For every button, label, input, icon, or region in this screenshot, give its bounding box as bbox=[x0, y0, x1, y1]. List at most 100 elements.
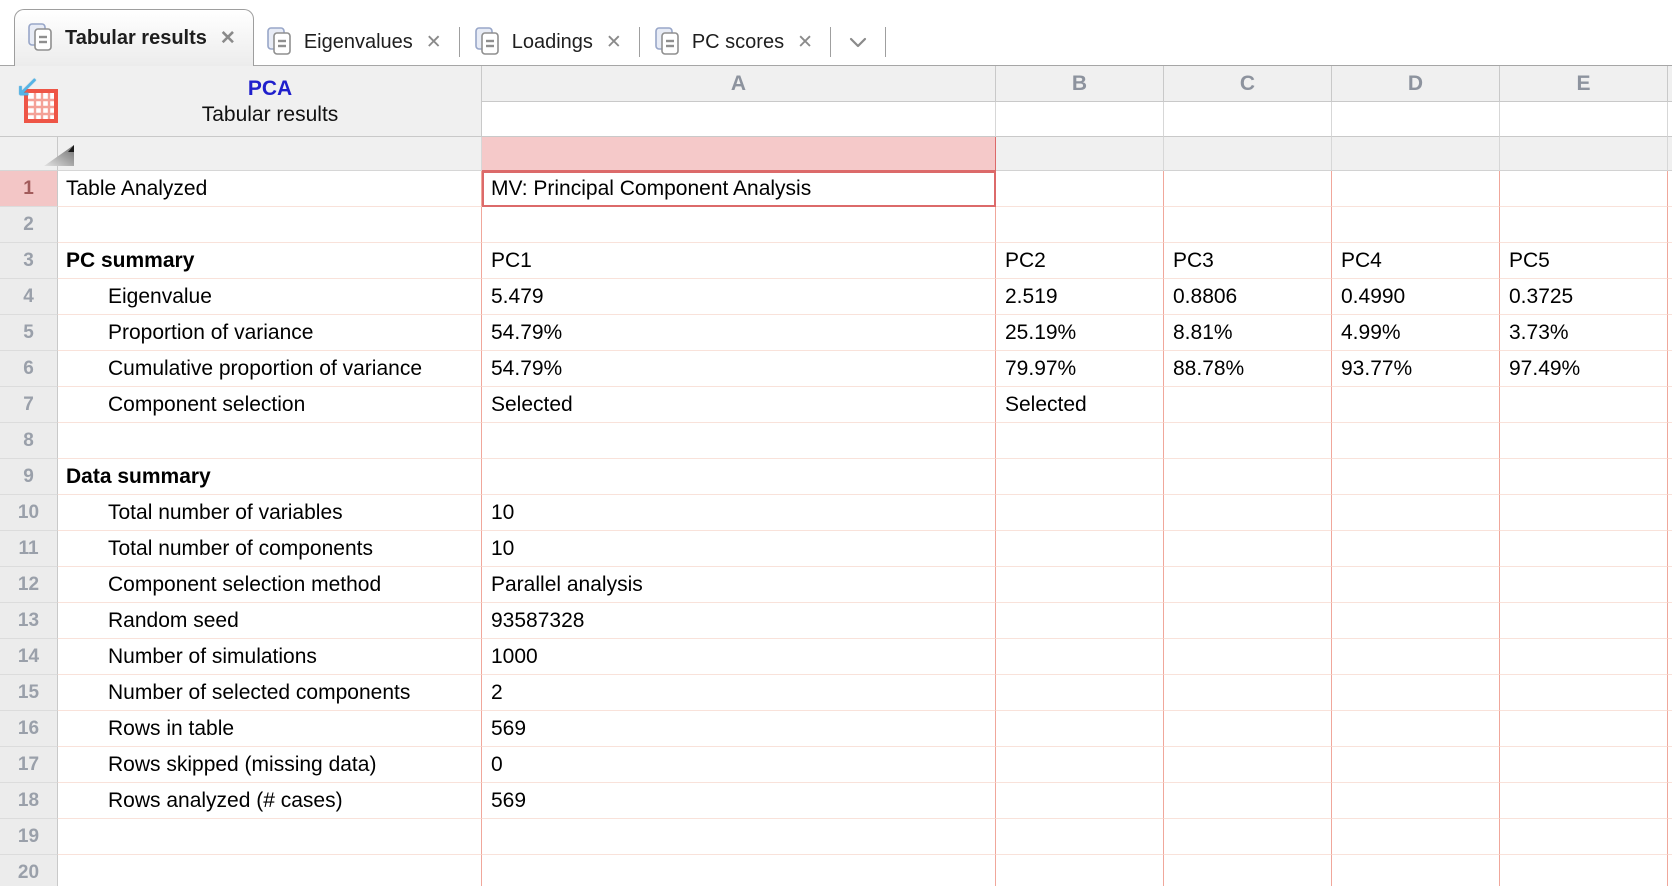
cell-c[interactable] bbox=[1164, 495, 1332, 531]
row-label[interactable]: Table Analyzed bbox=[58, 171, 482, 207]
row-number[interactable]: 4 bbox=[0, 279, 58, 315]
row-number[interactable]: 18 bbox=[0, 783, 58, 819]
close-tab-icon[interactable]: ✕ bbox=[604, 33, 624, 52]
cell-e[interactable] bbox=[1500, 603, 1668, 639]
cell-c[interactable] bbox=[1164, 423, 1332, 459]
cell-b[interactable]: 79.97% bbox=[996, 351, 1164, 387]
cell-a[interactable] bbox=[482, 459, 996, 495]
cell-b[interactable] bbox=[996, 783, 1164, 819]
cell-a[interactable]: 569 bbox=[482, 783, 996, 819]
cell-b[interactable] bbox=[996, 567, 1164, 603]
cell-e[interactable] bbox=[1500, 855, 1668, 886]
select-all-triangle-icon[interactable] bbox=[44, 145, 74, 166]
cell-a[interactable]: 93587328 bbox=[482, 603, 996, 639]
tab-loadings[interactable]: Loadings ✕ bbox=[462, 19, 637, 65]
cell-b[interactable] bbox=[996, 459, 1164, 495]
cell-c[interactable] bbox=[1164, 459, 1332, 495]
cell-a[interactable] bbox=[482, 855, 996, 886]
cell-d[interactable] bbox=[1332, 207, 1500, 243]
row-label[interactable]: PC summary bbox=[58, 243, 482, 279]
cell-a[interactable]: 2 bbox=[482, 675, 996, 711]
subtitle-cell[interactable] bbox=[1500, 102, 1668, 137]
tab-list-dropdown[interactable] bbox=[833, 19, 883, 65]
cell-d[interactable] bbox=[1332, 711, 1500, 747]
row-label[interactable] bbox=[58, 855, 482, 886]
cell-c[interactable]: PC3 bbox=[1164, 243, 1332, 279]
cell-e[interactable] bbox=[1500, 531, 1668, 567]
cell-d[interactable] bbox=[1332, 603, 1500, 639]
cell-c[interactable] bbox=[1164, 783, 1332, 819]
cell-a[interactable]: 54.79% bbox=[482, 315, 996, 351]
column-header-a[interactable]: A bbox=[482, 66, 996, 102]
cell-e[interactable] bbox=[1500, 171, 1668, 207]
cell-a[interactable]: 10 bbox=[482, 495, 996, 531]
row-number[interactable]: 9 bbox=[0, 459, 58, 495]
cell-e[interactable] bbox=[1500, 783, 1668, 819]
cell-e[interactable] bbox=[1500, 567, 1668, 603]
row-number[interactable]: 2 bbox=[0, 207, 58, 243]
cell-d[interactable]: 0.4990 bbox=[1332, 279, 1500, 315]
cell-b[interactable] bbox=[996, 711, 1164, 747]
cell-c[interactable] bbox=[1164, 531, 1332, 567]
cell-c[interactable] bbox=[1164, 675, 1332, 711]
cell-b[interactable] bbox=[996, 819, 1164, 855]
tab-eigenvalues[interactable]: Eigenvalues ✕ bbox=[254, 19, 457, 65]
cell-a[interactable]: 569 bbox=[482, 711, 996, 747]
row-number[interactable]: 13 bbox=[0, 603, 58, 639]
cell-b[interactable]: 25.19% bbox=[996, 315, 1164, 351]
cell-d[interactable] bbox=[1332, 171, 1500, 207]
cell-b[interactable]: PC2 bbox=[996, 243, 1164, 279]
cell-a[interactable]: 1000 bbox=[482, 639, 996, 675]
cell-a[interactable]: 0 bbox=[482, 747, 996, 783]
cell-b[interactable] bbox=[996, 747, 1164, 783]
cell-e[interactable] bbox=[1500, 459, 1668, 495]
cell-a[interactable]: MV: Principal Component Analysis bbox=[482, 171, 996, 207]
cell-a[interactable]: Parallel analysis bbox=[482, 567, 996, 603]
row-number[interactable]: 1 bbox=[0, 171, 58, 207]
column-title-cell-c[interactable] bbox=[1164, 137, 1332, 171]
cell-c[interactable]: 8.81% bbox=[1164, 315, 1332, 351]
cell-c[interactable] bbox=[1164, 207, 1332, 243]
row-number[interactable]: 10 bbox=[0, 495, 58, 531]
row-number[interactable]: 5 bbox=[0, 315, 58, 351]
cell-b[interactable] bbox=[996, 423, 1164, 459]
cell-c[interactable] bbox=[1164, 171, 1332, 207]
cell-c[interactable]: 88.78% bbox=[1164, 351, 1332, 387]
cell-d[interactable] bbox=[1332, 783, 1500, 819]
row-label[interactable]: Total number of variables bbox=[58, 495, 482, 531]
subtitle-cell[interactable] bbox=[1164, 102, 1332, 137]
cell-e[interactable] bbox=[1500, 207, 1668, 243]
cell-b[interactable] bbox=[996, 495, 1164, 531]
cell-d[interactable] bbox=[1332, 855, 1500, 886]
row-number[interactable]: 8 bbox=[0, 423, 58, 459]
cell-c[interactable] bbox=[1164, 603, 1332, 639]
cell-b[interactable] bbox=[996, 639, 1164, 675]
cell-e[interactable] bbox=[1500, 675, 1668, 711]
cell-c[interactable] bbox=[1164, 819, 1332, 855]
subtitle-cell[interactable] bbox=[482, 102, 996, 137]
row-label[interactable]: Random seed bbox=[58, 603, 482, 639]
row-label[interactable]: Rows analyzed (# cases) bbox=[58, 783, 482, 819]
row-number[interactable]: 3 bbox=[0, 243, 58, 279]
cell-e[interactable] bbox=[1500, 495, 1668, 531]
row-number[interactable]: 12 bbox=[0, 567, 58, 603]
cell-b[interactable] bbox=[996, 603, 1164, 639]
cell-d[interactable] bbox=[1332, 459, 1500, 495]
row-label[interactable] bbox=[58, 819, 482, 855]
cell-e[interactable] bbox=[1500, 639, 1668, 675]
cell-d[interactable] bbox=[1332, 567, 1500, 603]
column-title-cell-d[interactable] bbox=[1332, 137, 1500, 171]
cell-c[interactable] bbox=[1164, 855, 1332, 886]
subtitle-cell[interactable] bbox=[1332, 102, 1500, 137]
cell-b[interactable] bbox=[996, 675, 1164, 711]
column-header-e[interactable]: E bbox=[1500, 66, 1668, 102]
cell-e[interactable] bbox=[1500, 747, 1668, 783]
column-title-cell-a-selected[interactable] bbox=[482, 137, 996, 171]
cell-b[interactable]: Selected bbox=[996, 387, 1164, 423]
cell-d[interactable] bbox=[1332, 675, 1500, 711]
column-title-cell-b[interactable] bbox=[996, 137, 1164, 171]
cell-d[interactable] bbox=[1332, 819, 1500, 855]
close-tab-icon[interactable]: ✕ bbox=[424, 33, 444, 52]
row-number[interactable]: 14 bbox=[0, 639, 58, 675]
cell-e[interactable]: 0.3725 bbox=[1500, 279, 1668, 315]
